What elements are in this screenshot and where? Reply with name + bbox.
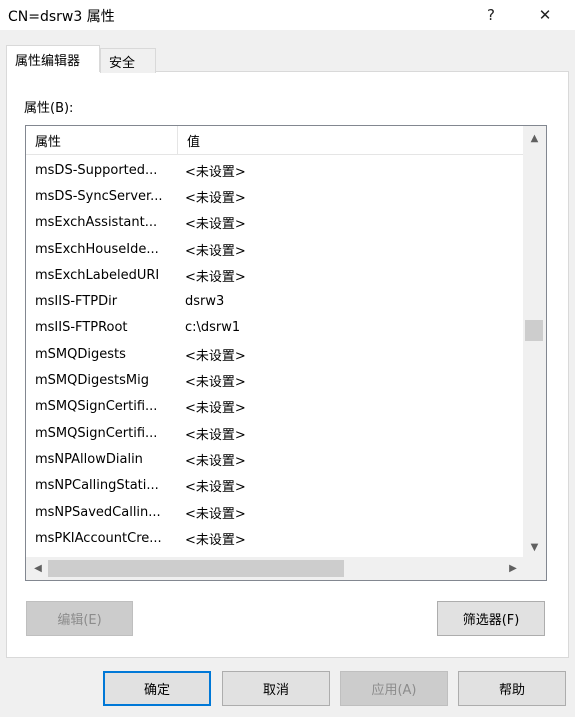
attribute-value: <未设置> [185,453,246,469]
attribute-value: <未设置> [185,401,246,417]
attribute-value: <未设置> [185,427,246,443]
table-row[interactable]: mSMQDigestsMig <未设置> [26,367,523,393]
attribute-value: <未设置> [185,164,246,180]
list-rows: msDS-Supported... <未设置> msDS-SyncServer...… [26,157,523,557]
table-row[interactable]: msExchAssistant... <未设置> [26,210,523,236]
table-row[interactable]: msNPSavedCallin... <未设置> [26,499,523,525]
scroll-corner [523,557,546,580]
scroll-right-icon[interactable]: ▶ [503,557,523,580]
attribute-name: msDS-Supported... [35,162,158,178]
attribute-name: mSMQSignCertifi... [35,425,158,441]
help-button[interactable]: 帮助 [458,671,566,706]
table-row[interactable]: msIIS-FTPDir dsrw3 [26,288,523,314]
attribute-value: <未设置> [185,532,246,548]
edit-button[interactable]: 编辑(E) [26,601,133,636]
attribute-value: c:\dsrw1 [185,320,241,336]
apply-button[interactable]: 应用(A) [340,671,448,706]
cancel-button[interactable]: 取消 [222,671,330,706]
attribute-name: msIIS-FTPDir [35,294,118,310]
attribute-name: msPKIAccountCre... [35,530,162,546]
attribute-name: mSMQDigests [35,346,126,362]
horizontal-scrollbar[interactable]: ◀ ▶ [26,557,523,580]
table-row[interactable]: mSMQSignCertifi... <未设置> [26,420,523,446]
attribute-name: msExchAssistant... [35,215,158,231]
title-bar: CN=dsrw3 属性 ? ✕ [0,0,575,30]
horizontal-scroll-thumb[interactable] [48,560,344,577]
attribute-name: msDS-SyncServer... [35,188,163,204]
attribute-value: <未设置> [185,269,246,285]
attribute-name: msNPSavedCallin... [35,504,161,520]
list-header: 属性 值 [26,126,523,155]
tab-security[interactable]: 安全 [100,48,156,73]
close-icon[interactable]: ✕ [522,0,568,30]
attribute-value: <未设置> [185,348,246,364]
attributes-label: 属性(B): [24,101,74,116]
help-icon[interactable]: ? [468,0,514,30]
scroll-up-icon[interactable]: ▲ [523,128,546,148]
table-row[interactable]: msPKIAccountCre... <未设置> [26,525,523,551]
window-title: CN=dsrw3 属性 [8,9,115,25]
attribute-value: <未设置> [185,217,246,233]
attribute-value: <未设置> [185,506,246,522]
table-row[interactable]: msIIS-FTPRoot c:\dsrw1 [26,315,523,341]
table-row[interactable]: msDS-SyncServer... <未设置> [26,183,523,209]
attribute-value: <未设置> [185,480,246,496]
table-row[interactable]: mSMQDigests <未设置> [26,341,523,367]
attribute-list[interactable]: 属性 值 msDS-Supported... <未设置> msDS-SyncServ… [25,125,547,581]
attribute-name: mSMQSignCertifi... [35,399,158,415]
table-row[interactable]: msDS-Supported... <未设置> [26,157,523,183]
tab-attribute-editor[interactable]: 属性编辑器 [6,45,100,72]
table-row[interactable]: msNPCallingStati... <未设置> [26,473,523,499]
attribute-value: <未设置> [185,190,246,206]
table-row[interactable]: msExchLabeledURI <未设置> [26,262,523,288]
attribute-value: <未设置> [185,243,246,259]
column-header-attribute[interactable]: 属性 [26,126,178,155]
ok-button[interactable]: 确定 [103,671,211,706]
attribute-name: msNPCallingStati... [35,478,159,494]
vertical-scrollbar[interactable]: ▲ ▼ [523,126,546,557]
attribute-name: mSMQDigestsMig [35,373,149,389]
attribute-name: msExchHouseIde... [35,241,159,257]
attribute-value: <未设置> [185,375,246,391]
table-row[interactable]: mSMQSignCertifi... <未设置> [26,394,523,420]
vertical-scroll-thumb[interactable] [525,320,543,341]
column-header-value[interactable]: 值 [178,126,523,155]
attribute-name: msNPAllowDialin [35,451,143,467]
scroll-left-icon[interactable]: ◀ [28,557,48,580]
table-row[interactable]: msExchHouseIde... <未设置> [26,236,523,262]
table-row[interactable]: msNPAllowDialin <未设置> [26,446,523,472]
attribute-name: msExchLabeledURI [35,267,160,283]
scroll-down-icon[interactable]: ▼ [523,537,546,557]
attribute-name: msIIS-FTPRoot [35,320,128,336]
attribute-value: dsrw3 [185,294,225,310]
filter-button[interactable]: 筛选器(F) [437,601,545,636]
